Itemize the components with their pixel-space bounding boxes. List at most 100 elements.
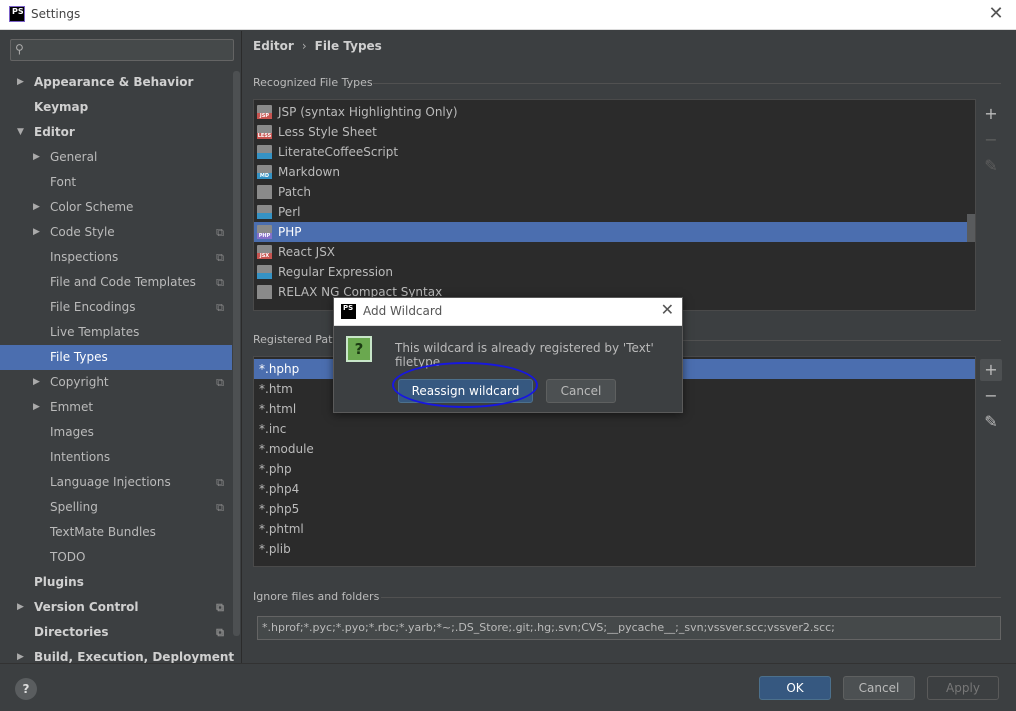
pattern-row[interactable]: *.php — [254, 459, 975, 479]
question-icon: ? — [346, 336, 372, 362]
patterns-toolbar: + − ✎ — [980, 359, 1002, 437]
rnc-file-icon — [257, 285, 272, 299]
collapse-arrow-icon[interactable]: ▶ — [17, 595, 24, 620]
help-button[interactable]: ? — [15, 678, 37, 700]
sidebar-item-keymap[interactable]: Keymap — [0, 95, 232, 120]
settings-search-input[interactable]: ⚲ — [10, 39, 234, 61]
sidebar-item-inspections[interactable]: Inspections ⧉ — [0, 245, 232, 270]
sidebar-item-color-scheme[interactable]: ▶ Color Scheme — [0, 195, 232, 220]
edit-file-type-button[interactable]: ✎ — [980, 155, 1002, 177]
file-type-row[interactable]: PHP PHP — [254, 222, 975, 242]
file-type-label: JSP (syntax Highlighting Only) — [278, 105, 458, 119]
sidebar-item-file-types[interactable]: File Types — [0, 345, 232, 370]
settings-tree: ▶ Appearance & Behavior Keymap ▼ Editor ▶ Gene… — [0, 70, 234, 663]
remove-pattern-button[interactable]: − — [980, 385, 1002, 407]
collapse-arrow-icon[interactable]: ▶ — [17, 70, 24, 95]
sidebar-item-copyright[interactable]: ▶ Copyright ⧉ — [0, 370, 232, 395]
recognized-list-scrollbar[interactable] — [967, 214, 975, 242]
collapse-arrow-icon[interactable]: ▶ — [17, 645, 24, 663]
breadcrumb-editor[interactable]: Editor — [253, 39, 294, 53]
patch-file-icon — [257, 185, 272, 199]
recognized-toolbar: + − ✎ — [980, 103, 1002, 181]
window-title-bar: PS Settings ✕ — [0, 0, 1016, 30]
php-file-icon: PHP — [257, 225, 272, 239]
file-type-row[interactable]: MD Markdown — [254, 162, 975, 182]
file-type-label: PHP — [278, 225, 302, 239]
sidebar-item-editor[interactable]: ▼ Editor — [0, 120, 232, 145]
sidebar-item-label: File Encodings — [50, 300, 136, 314]
ignore-files-input[interactable]: *.hprof;*.pyc;*.pyo;*.rbc;*.yarb;*~;.DS_… — [257, 616, 1001, 640]
sidebar-item-file-and-code-templates[interactable]: File and Code Templates ⧉ — [0, 270, 232, 295]
project-settings-icon: ⧉ — [216, 626, 224, 639]
file-type-row[interactable]: Perl — [254, 202, 975, 222]
pattern-row[interactable]: *.phtml — [254, 519, 975, 539]
sidebar-item-label: TextMate Bundles — [50, 525, 156, 539]
sidebar-item-todo[interactable]: TODO — [0, 545, 232, 570]
file-type-row[interactable]: JSX React JSX — [254, 242, 975, 262]
file-type-row[interactable]: Regular Expression — [254, 262, 975, 282]
edit-pattern-button[interactable]: ✎ — [980, 411, 1002, 433]
sidebar-item-directories[interactable]: Directories ⧉ — [0, 620, 232, 645]
sidebar-item-font[interactable]: Font — [0, 170, 232, 195]
remove-file-type-button[interactable]: − — [980, 129, 1002, 151]
project-settings-icon: ⧉ — [216, 376, 224, 389]
file-type-row[interactable]: Patch — [254, 182, 975, 202]
file-type-row[interactable]: JSP JSP (syntax Highlighting Only) — [254, 102, 975, 122]
sidebar-item-appearance-behavior[interactable]: ▶ Appearance & Behavior — [0, 70, 232, 95]
file-type-label: LiterateCoffeeScript — [278, 145, 399, 159]
project-settings-icon: ⧉ — [216, 251, 224, 264]
sidebar-item-images[interactable]: Images — [0, 420, 232, 445]
collapse-arrow-icon[interactable]: ▶ — [33, 145, 40, 170]
sidebar-item-label: General — [50, 150, 98, 164]
close-window-icon[interactable]: ✕ — [986, 3, 1006, 25]
sidebar-item-code-style[interactable]: ▶ Code Style ⧉ — [0, 220, 232, 245]
sidebar-item-label: Version Control — [34, 600, 139, 614]
sidebar-item-label: Directories — [34, 625, 109, 639]
ignore-files-label: Ignore files and folders — [253, 590, 380, 603]
perl-file-icon — [257, 205, 272, 219]
sidebar-item-version-control[interactable]: ▶ Version Control ⧉ — [0, 595, 232, 620]
dialog-close-icon[interactable]: ✕ — [661, 300, 674, 319]
collapse-arrow-icon[interactable]: ▶ — [33, 395, 40, 420]
coffee-file-icon — [257, 145, 272, 159]
dialog-logo-icon: PS — [341, 304, 356, 319]
collapse-arrow-icon[interactable]: ▶ — [33, 220, 40, 245]
sidebar-item-label: Plugins — [34, 575, 84, 589]
add-file-type-button[interactable]: + — [980, 103, 1002, 125]
project-settings-icon: ⧉ — [216, 501, 224, 514]
sidebar-item-label: Spelling — [50, 500, 98, 514]
recognized-file-types-list[interactable]: JSP JSP (syntax Highlighting Only) LESS Les… — [253, 99, 976, 311]
search-icon: ⚲ — [15, 42, 24, 56]
apply-button[interactable]: Apply — [927, 676, 999, 700]
collapse-arrow-icon[interactable]: ▶ — [33, 195, 40, 220]
sidebar-scrollbar[interactable] — [233, 71, 240, 636]
pattern-row[interactable]: *.php4 — [254, 479, 975, 499]
sidebar-item-plugins[interactable]: Plugins — [0, 570, 232, 595]
sidebar-item-label: File and Code Templates — [50, 275, 196, 289]
dialog-cancel-button[interactable]: Cancel — [546, 379, 616, 403]
dialog-title-bar: PS Add Wildcard ✕ — [334, 298, 682, 326]
collapse-arrow-icon[interactable]: ▶ — [33, 370, 40, 395]
pattern-row[interactable]: *.plib — [254, 539, 975, 559]
sidebar-item-emmet[interactable]: ▶ Emmet — [0, 395, 232, 420]
file-type-row[interactable]: LESS Less Style Sheet — [254, 122, 975, 142]
pattern-row[interactable]: *.php5 — [254, 499, 975, 519]
sidebar-item-label: Copyright — [50, 375, 109, 389]
reassign-wildcard-button[interactable]: Reassign wildcard — [398, 379, 533, 403]
pattern-row[interactable]: *.module — [254, 439, 975, 459]
ok-button[interactable]: OK — [759, 676, 831, 700]
sidebar-item-general[interactable]: ▶ General — [0, 145, 232, 170]
add-wildcard-dialog: PS Add Wildcard ✕ ? This wildcard is alr… — [333, 297, 683, 413]
sidebar-item-live-templates[interactable]: Live Templates — [0, 320, 232, 345]
cancel-button[interactable]: Cancel — [843, 676, 915, 700]
file-type-row[interactable]: LiterateCoffeeScript — [254, 142, 975, 162]
pattern-row[interactable]: *.inc — [254, 419, 975, 439]
sidebar-item-intentions[interactable]: Intentions — [0, 445, 232, 470]
add-pattern-button[interactable]: + — [980, 359, 1002, 381]
sidebar-item-textmate-bundles[interactable]: TextMate Bundles — [0, 520, 232, 545]
sidebar-item-build-execution-deployment[interactable]: ▶ Build, Execution, Deployment — [0, 645, 234, 663]
sidebar-item-spelling[interactable]: Spelling ⧉ — [0, 495, 232, 520]
sidebar-item-language-injections[interactable]: Language Injections ⧉ — [0, 470, 232, 495]
expand-arrow-icon[interactable]: ▼ — [17, 120, 24, 145]
sidebar-item-file-encodings[interactable]: File Encodings ⧉ — [0, 295, 232, 320]
